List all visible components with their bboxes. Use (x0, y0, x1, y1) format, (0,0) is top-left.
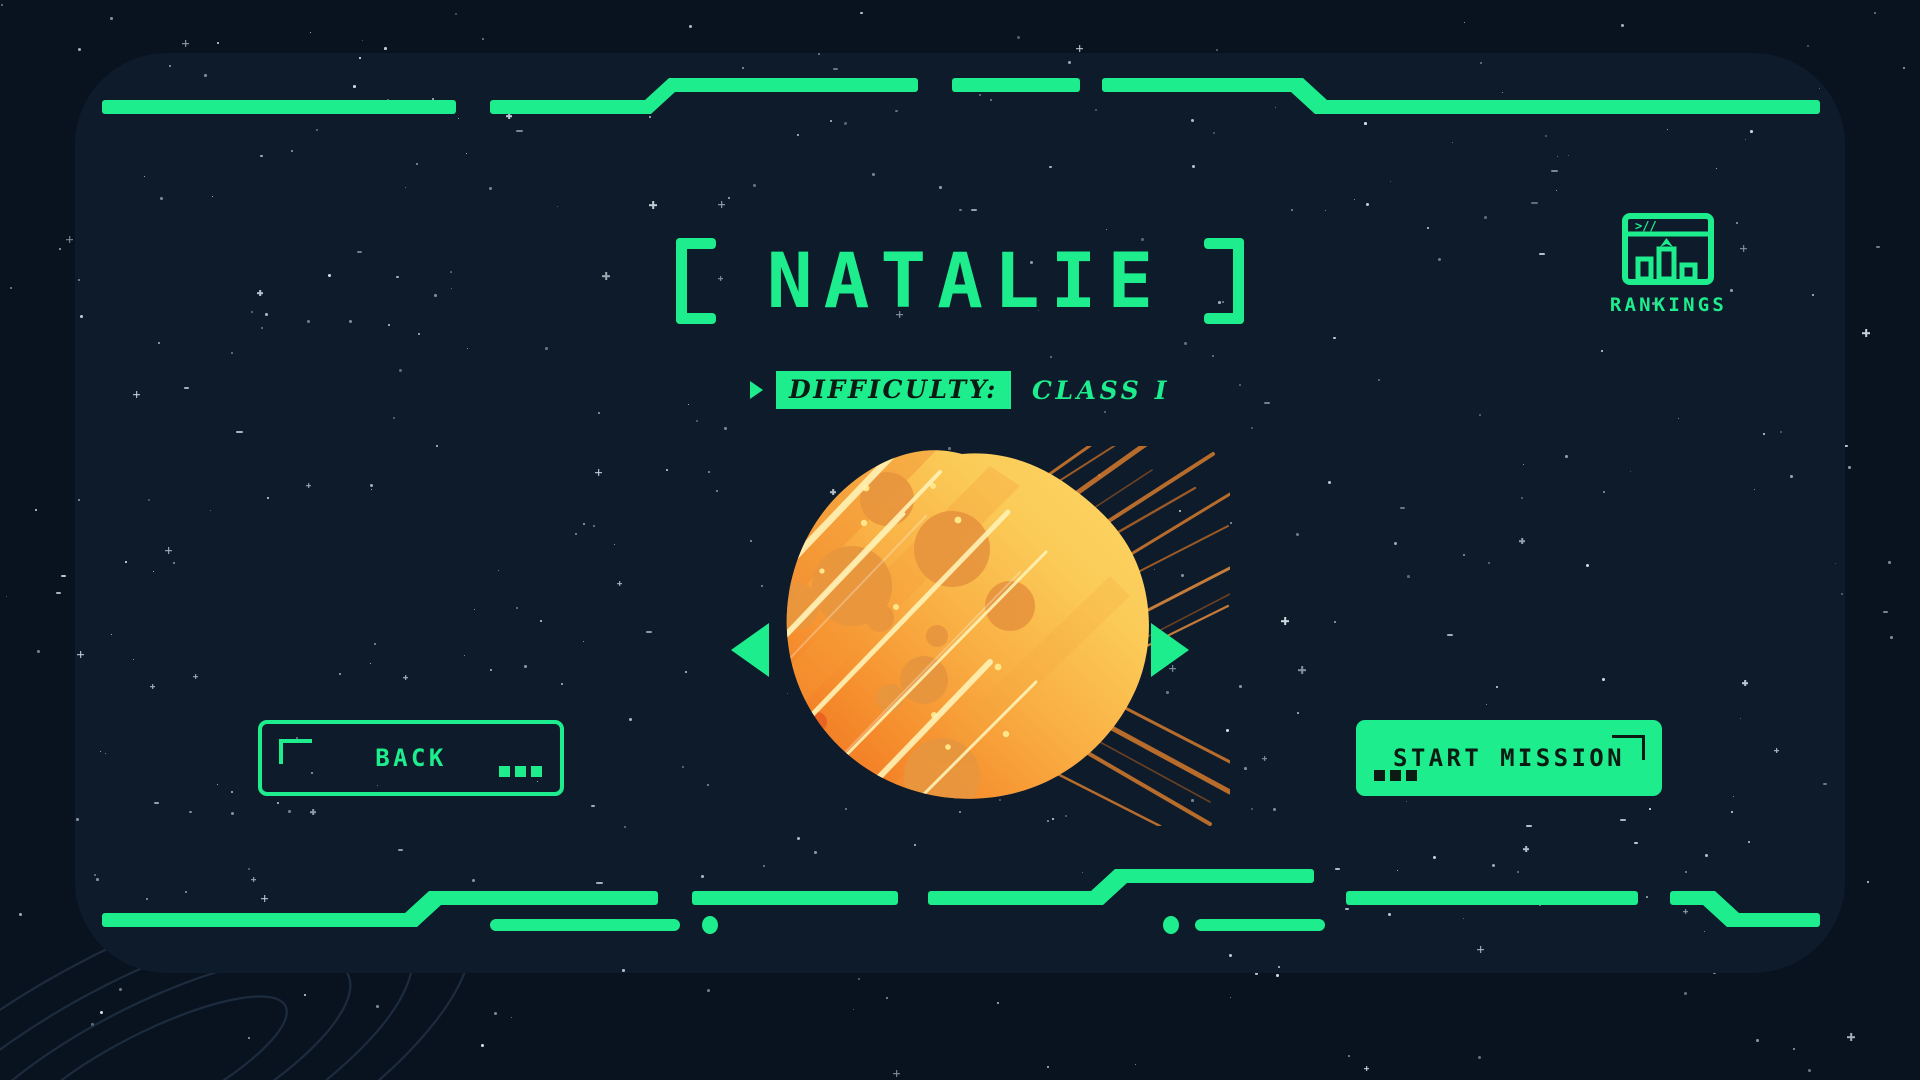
back-button-label: BACK (375, 744, 447, 772)
difficulty-value: CLASS I (1031, 375, 1171, 405)
corner-bracket-icon (1612, 735, 1645, 760)
next-asteroid-button[interactable] (1151, 623, 1189, 677)
rankings-button[interactable]: >// RANKINGS (1610, 213, 1727, 316)
caret-right-icon (749, 381, 763, 399)
bracket-right-icon (1198, 238, 1245, 324)
page-title: NATALIE (766, 236, 1165, 325)
start-mission-label: START MISSION (1392, 744, 1626, 772)
prev-asteroid-button[interactable] (731, 623, 769, 677)
rankings-label: RANKINGS (1609, 294, 1727, 316)
game-screen: NATALIE DIFFICULTY: CLASS I >// RANKINGS (0, 0, 1920, 1080)
corner-bracket-icon (279, 739, 312, 764)
back-button[interactable]: BACK (258, 720, 564, 796)
start-mission-button[interactable]: START MISSION (1356, 720, 1662, 796)
difficulty-label: DIFFICULTY: (775, 371, 1011, 409)
difficulty-row: DIFFICULTY: CLASS I (75, 371, 1845, 409)
dots-decoration (499, 766, 542, 777)
dots-decoration (1374, 770, 1417, 781)
mission-panel: NATALIE DIFFICULTY: CLASS I >// RANKINGS (75, 53, 1845, 973)
rankings-chart-window-icon: >// (1622, 213, 1715, 285)
bracket-left-icon (675, 238, 722, 324)
asteroid-illustration (690, 431, 1233, 828)
svg-text:>//: >// (1635, 219, 1657, 233)
asteroid-title-row: NATALIE (75, 238, 1845, 324)
